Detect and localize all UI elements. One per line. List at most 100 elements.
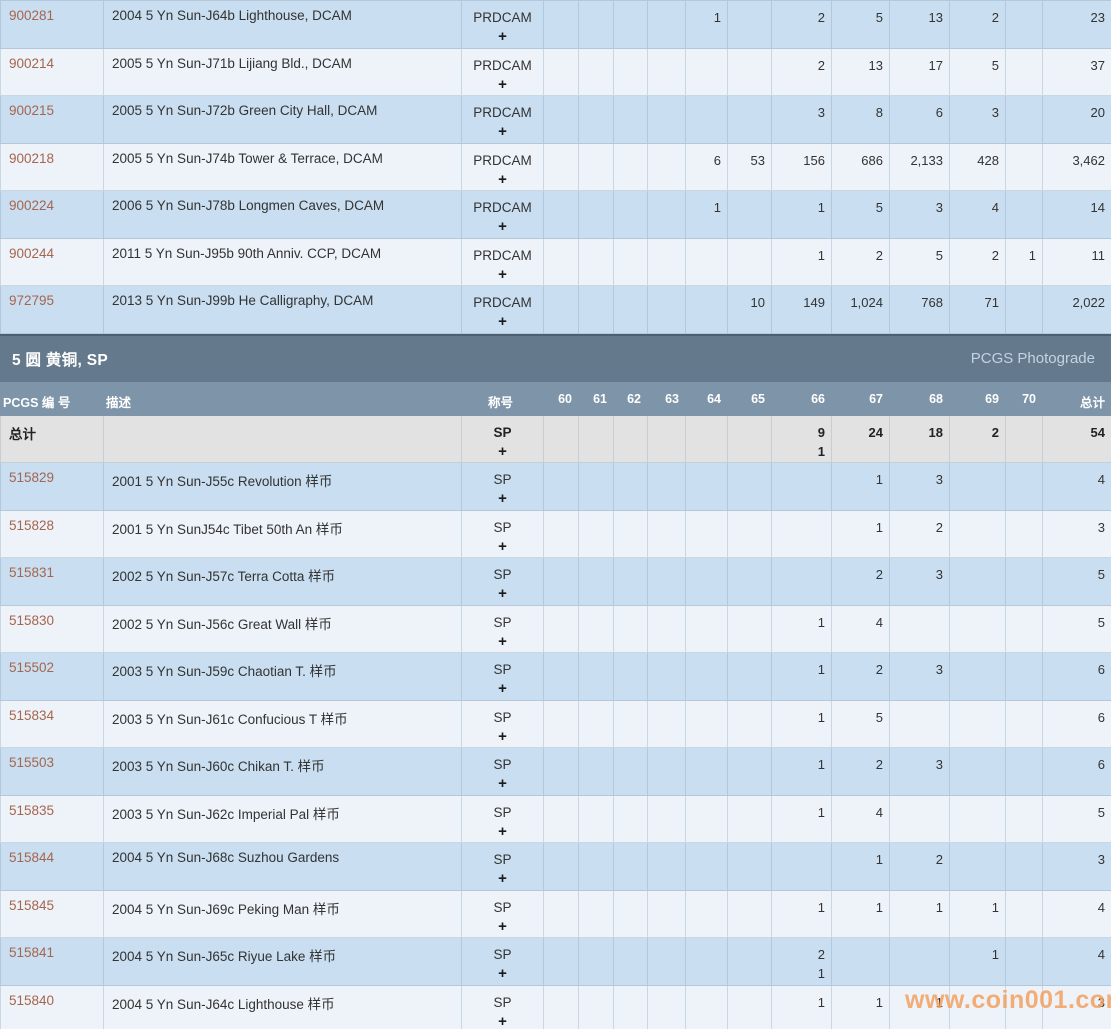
grade-63-cell (648, 143, 686, 191)
pcgs-number-link[interactable]: 900244 (1, 238, 104, 286)
total-cell: 4 (1043, 890, 1111, 938)
total-cell: 14 (1043, 191, 1111, 239)
header-grade-61: 61 (579, 382, 614, 415)
grade-70-cell (1006, 1, 1043, 49)
grade-68-cell: 3 (890, 748, 950, 796)
pcgs-number-link[interactable]: 515502 (1, 653, 104, 701)
grade-64-cell (686, 985, 728, 1029)
grade-68-cell (890, 605, 950, 653)
designation-cell: SP+ (462, 843, 544, 891)
grade-62-cell (614, 700, 648, 748)
header-designation: 称号 (462, 382, 544, 415)
grade-65-cell (728, 890, 772, 938)
grade-63-cell (648, 795, 686, 843)
grade-70-cell (1006, 985, 1043, 1029)
designation-label: SP (464, 423, 541, 442)
grade-63-cell (648, 191, 686, 239)
pcgs-number-link[interactable]: 515834 (1, 700, 104, 748)
grade-69-cell: 2 (950, 238, 1006, 286)
table-row: 9002142005 5 Yn Sun-J71b Lijiang Bld., D… (1, 48, 1111, 96)
grade-63-cell (648, 985, 686, 1029)
grade-67-cell: 8 (832, 96, 890, 144)
pcgs-number-link[interactable]: 900214 (1, 48, 104, 96)
designation-cell: SP+ (462, 938, 544, 986)
grade-68-cell: 3 (890, 463, 950, 511)
plus-designation: + (464, 1012, 541, 1029)
coin-description: 2003 5 Yn Sun-J59c Chaotian T. 样币 (104, 653, 462, 701)
pcgs-number-link[interactable]: 515503 (1, 748, 104, 796)
designation-cell: SP+ (462, 463, 544, 511)
pcgs-number-link[interactable]: 900218 (1, 143, 104, 191)
designation-cell: PRDCAM+ (462, 191, 544, 239)
grade-62-cell (614, 843, 648, 891)
pcgs-number-link[interactable]: 900281 (1, 1, 104, 49)
grade-67-cell: 2 (832, 238, 890, 286)
grade-64-cell (686, 795, 728, 843)
table-row: 5158342003 5 Yn Sun-J61c Confucious T 样币… (1, 700, 1111, 748)
pcgs-number-link[interactable]: 515828 (1, 510, 104, 558)
grade-61-cell (579, 143, 614, 191)
table-row: 9727952013 5 Yn Sun-J99b He Calligraphy,… (1, 286, 1111, 334)
pcgs-number-link[interactable]: 515840 (1, 985, 104, 1029)
grade-61-cell (579, 48, 614, 96)
grade-65-cell (728, 463, 772, 511)
photograde-link[interactable]: PCGS Photograde (971, 350, 1095, 367)
grade-60-cell (544, 700, 579, 748)
grade-65-cell: 10 (728, 286, 772, 334)
plus-designation: + (464, 964, 541, 984)
pcgs-number-link[interactable]: 515844 (1, 843, 104, 891)
designation-label: PRDCAM (464, 246, 541, 265)
grade-68-cell: 1 (890, 890, 950, 938)
header-pcgs-number: PCGS 编 号 (1, 382, 104, 415)
grade-68-cell: 2 (890, 510, 950, 558)
grade-61-cell (579, 985, 614, 1029)
header-grade-66: 66 (772, 382, 832, 415)
designation-cell: PRDCAM+ (462, 238, 544, 286)
grade-61-cell (579, 286, 614, 334)
pcgs-number-link[interactable]: 972795 (1, 286, 104, 334)
table-row: 9002152005 5 Yn Sun-J72b Green City Hall… (1, 96, 1111, 144)
table-row: 9002182005 5 Yn Sun-J74b Tower & Terrace… (1, 143, 1111, 191)
pcgs-number-link[interactable]: 515830 (1, 605, 104, 653)
total-cell: 23 (1043, 1, 1111, 49)
grade-64-cell: 1 (686, 1, 728, 49)
pcgs-number-link[interactable]: 900224 (1, 191, 104, 239)
pcgs-number-link[interactable]: 515845 (1, 890, 104, 938)
grade-64-cell (686, 605, 728, 653)
grade-68-cell: 17 (890, 48, 950, 96)
grade-60-cell (544, 605, 579, 653)
grade-69-cell (950, 510, 1006, 558)
plus-designation: + (464, 27, 541, 47)
plus-designation: + (464, 537, 541, 557)
grade-63-cell (648, 510, 686, 558)
coin-description: 2004 5 Yn Sun-J64b Lighthouse, DCAM (104, 1, 462, 49)
grade-62-cell (614, 558, 648, 606)
grade-66-cell: 1 (772, 653, 832, 701)
pop-table-top: 9002812004 5 Yn Sun-J64b Lighthouse, DCA… (0, 0, 1111, 334)
plus-designation: + (464, 75, 541, 95)
grade-67-cell: 4 (832, 605, 890, 653)
grade-61-cell (579, 1, 614, 49)
grade-66-cell: 1 (772, 605, 832, 653)
grade-65-cell (728, 605, 772, 653)
designation-label: SP (464, 945, 541, 964)
grade-68-cell: 6 (890, 96, 950, 144)
pcgs-number-link[interactable]: 515835 (1, 795, 104, 843)
pcgs-number-link[interactable]: 900215 (1, 96, 104, 144)
coin-description: 2004 5 Yn Sun-J68c Suzhou Gardens (104, 843, 462, 891)
pcgs-number-link[interactable]: 515831 (1, 558, 104, 606)
coin-description: 2003 5 Yn Sun-J62c Imperial Pal 样币 (104, 795, 462, 843)
grade-70-cell (1006, 143, 1043, 191)
grade-63-cell (648, 238, 686, 286)
grade-65-cell (728, 748, 772, 796)
grade-61-cell (579, 238, 614, 286)
grade-67-cell: 13 (832, 48, 890, 96)
grade-67-cell: 5 (832, 1, 890, 49)
totals-row: 总计SP+9 12418254 (1, 415, 1111, 463)
grade-62-cell (614, 143, 648, 191)
designation-label: SP (464, 708, 541, 727)
pcgs-number-link[interactable]: 515841 (1, 938, 104, 986)
pcgs-number-link[interactable]: 515829 (1, 463, 104, 511)
designation-label: PRDCAM (464, 56, 541, 75)
grade-69-cell: 3 (950, 96, 1006, 144)
